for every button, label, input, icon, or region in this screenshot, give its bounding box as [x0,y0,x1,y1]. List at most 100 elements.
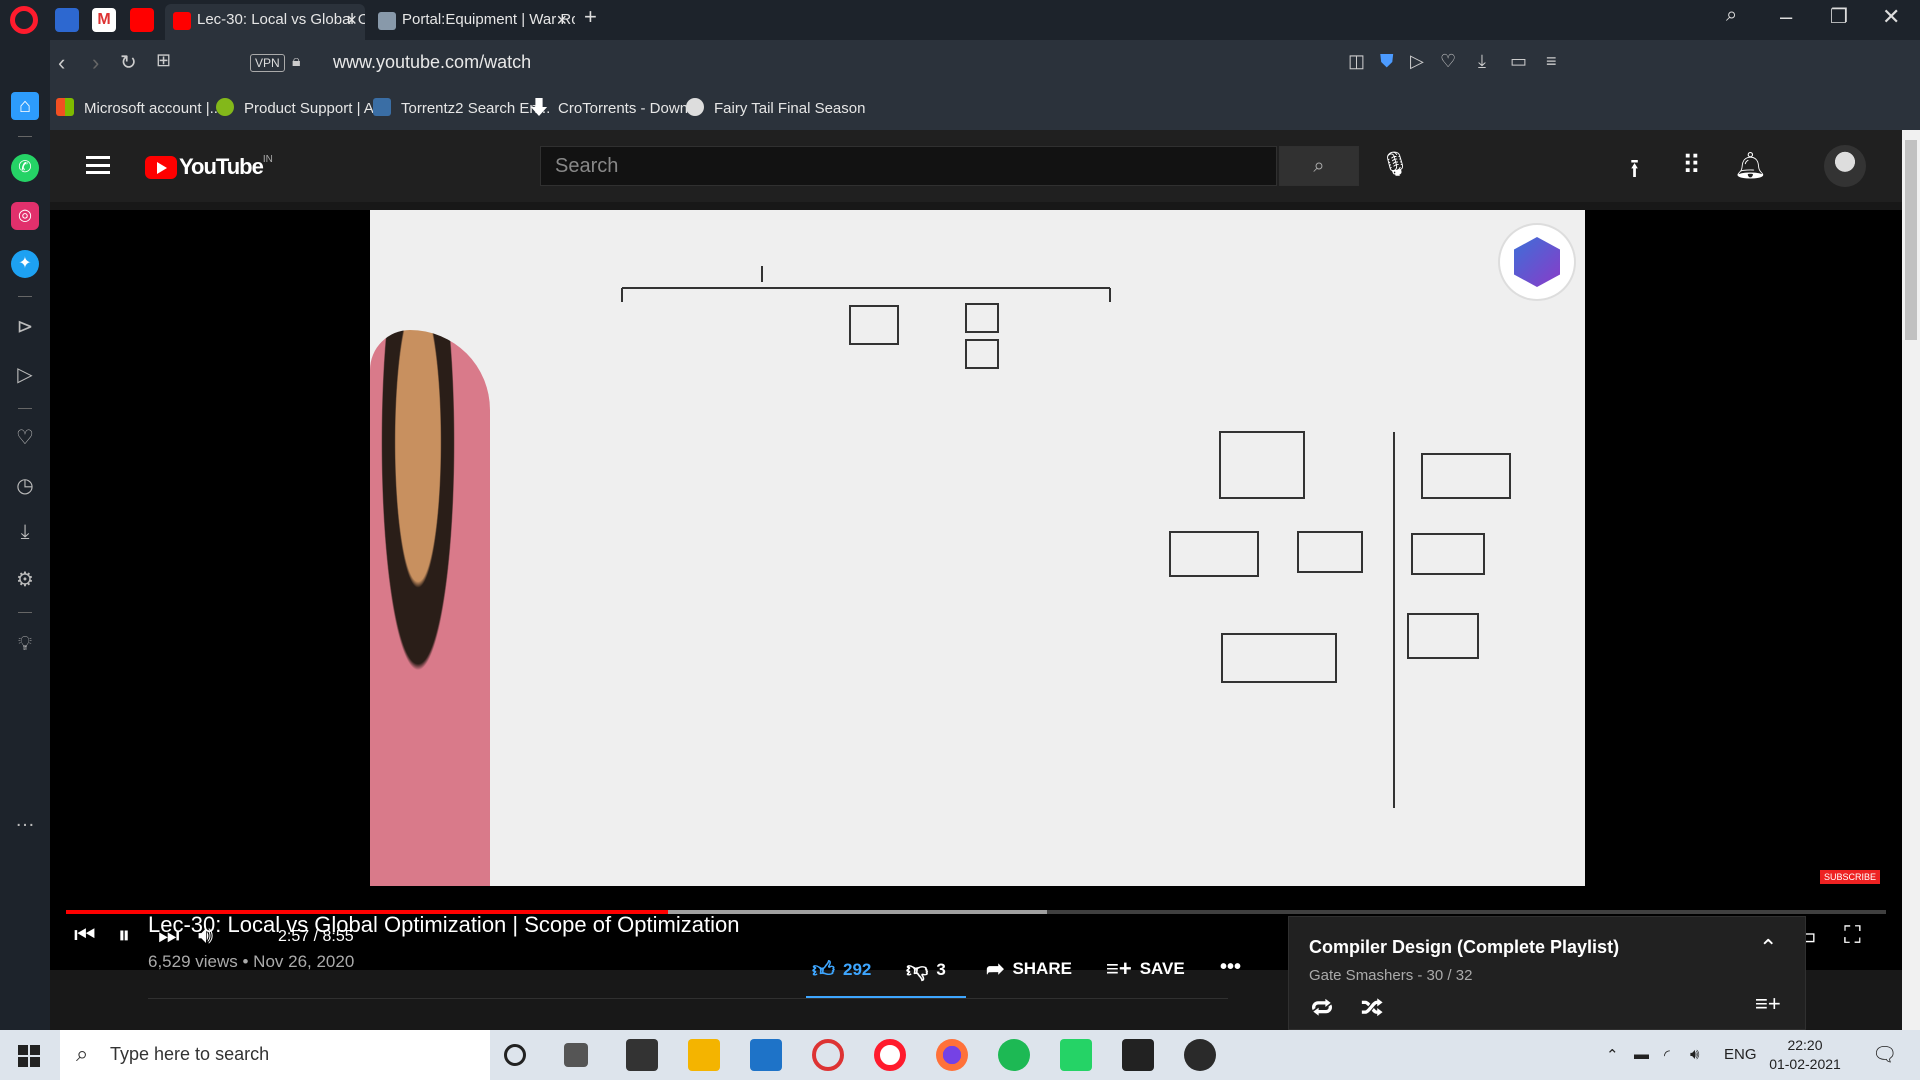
sticky-notes-icon[interactable] [1122,1039,1154,1071]
more-actions-icon[interactable]: ••• [1220,956,1241,979]
more-options-icon[interactable]: … [11,806,39,834]
bookmark-torrentz[interactable]: Torrentz2 Search En... [373,98,550,117]
loop-icon[interactable]: 🔁︎ [1311,991,1333,1023]
snapshot-icon[interactable]: ◫ [1348,51,1365,72]
whatsapp-icon[interactable]: ✆ [11,154,39,182]
taskbar-search-input[interactable]: ⌕ Type here to search [60,1030,490,1080]
pinned-tab-youtube[interactable] [130,8,154,32]
battery-saver-icon[interactable]: ▭ [1510,51,1527,72]
flow-icon[interactable]: ▷ [11,361,39,389]
instagram-icon[interactable]: ◎ [11,202,39,230]
bookmark-fairy-tail[interactable]: Fairy Tail Final Season [686,98,865,117]
acer-icon [216,98,234,116]
bookmarks-heart-icon[interactable]: ♡ [11,424,39,452]
playlist-subtitle[interactable]: Gate Smashers - 30 / 32 [1309,967,1472,984]
cortana-icon[interactable] [504,1044,526,1066]
fullscreen-icon[interactable]: ⛶ [1844,922,1861,950]
upload-icon[interactable]: ⭱ [1630,150,1639,194]
scrollbar-thumb[interactable] [1905,140,1917,340]
tab-war-robots[interactable]: Portal:Equipment | War Rob × [370,4,575,40]
video-player[interactable]: SUBSCRIBE ⏮ ⏸ ⏭ 🔊︎ 2:57 / 8:55 CC ⚙ ⧉ ▭ … [50,210,1902,970]
bookmark-acer[interactable]: Product Support | A... [216,98,386,117]
video-meta: 6,529 views • Nov 26, 2020 [148,952,355,971]
whatsapp-icon[interactable] [1060,1039,1092,1071]
youtube-logo[interactable]: YouTubeIN [145,154,273,180]
player-icon[interactable]: ⊳ [11,313,39,341]
save-button[interactable]: ≡+ SAVE [1106,956,1185,982]
opera-menu-icon[interactable] [10,6,38,34]
spotify-icon[interactable] [998,1039,1030,1071]
notifications-bell-icon[interactable]: 🔔︎ [1734,150,1767,181]
nox-player-icon[interactable] [1184,1039,1216,1071]
playlist-menu-icon[interactable]: ≡+ [1755,991,1781,1017]
twitter-icon[interactable]: ✦ [11,250,39,278]
channel-watermark-icon[interactable] [1500,225,1574,299]
new-tab-icon[interactable]: + [584,4,597,30]
adblock-shield-icon[interactable]: ⛊ [1380,51,1394,72]
bookmark-microsoft[interactable]: Microsoft account |... [56,98,222,117]
tab-youtube-video[interactable]: Lec-30: Local vs Global Opt × [165,4,365,40]
menu-hamburger-icon[interactable] [86,156,110,174]
speed-dial-icon[interactable]: ⊞ [156,50,171,71]
avatar[interactable] [1824,145,1866,187]
restore-icon[interactable]: ❐ [1830,4,1848,29]
volume-icon[interactable]: 🔊︎ [1690,1046,1699,1063]
downloads-icon[interactable]: ⤓ [11,518,39,546]
dislike-button[interactable]: 👎︎ 3 [906,956,946,983]
shuffle-icon[interactable]: 🔀︎ [1361,991,1383,1023]
home-icon[interactable]: ⌂ [11,92,39,120]
subscribe-watermark[interactable]: SUBSCRIBE [1820,870,1881,884]
minimize-icon[interactable]: – [1780,4,1792,30]
url-field[interactable]: www.youtube.com/watch [333,52,531,73]
pinned-tab-gmail[interactable]: M [92,8,116,32]
bookmark-crotorrents[interactable]: CroTorrents - Down... [530,98,701,117]
language-indicator[interactable]: ENG [1724,1046,1757,1063]
tray-chevron-up-icon[interactable]: ⌃ [1606,1046,1619,1064]
vpn-badge[interactable]: VPN [250,54,285,72]
battery-icon[interactable]: ▬ [1634,1046,1649,1063]
share-button[interactable]: ➦ SHARE [986,956,1072,982]
taskbar-clock[interactable]: 22:20 01-02-2021 [1760,1036,1850,1074]
apps-grid-icon[interactable]: ⠿ [1682,150,1701,181]
notifications-icon[interactable]: 🗨︎ [1872,1042,1897,1067]
windows-start-icon[interactable] [18,1045,40,1067]
close-window-icon[interactable]: ✕ [1882,4,1900,30]
sidebar-separator [18,296,32,297]
lock-icon[interactable]: 🔒︎ [292,53,301,71]
back-icon[interactable]: ‹ [58,50,65,76]
history-icon[interactable]: ◷ [11,472,39,500]
playlist-panel[interactable]: Compiler Design (Complete Playlist) Gate… [1288,916,1806,1030]
search-button[interactable]: ⌕ [1279,146,1359,186]
search-input[interactable]: Search [540,146,1277,186]
search-tabs-icon[interactable]: ⌕ [1726,4,1737,27]
store-icon[interactable] [626,1039,658,1071]
settings-gear-icon[interactable]: ⚙ [11,566,39,594]
photos-icon[interactable] [750,1039,782,1071]
task-view-icon[interactable] [564,1043,588,1067]
playlist-title[interactable]: Compiler Design (Complete Playlist) [1309,937,1619,958]
voice-search-mic-icon[interactable]: 🎙︎ [1380,150,1410,179]
forward-icon[interactable]: › [92,50,99,76]
reload-icon[interactable]: ↻ [120,50,137,75]
bookmark-heart-icon[interactable]: ♡ [1440,51,1456,72]
pause-icon[interactable]: ⏸ [118,922,130,950]
collapse-chevron-up-icon[interactable]: ⌃ [1759,935,1777,961]
video-frame[interactable] [370,210,1585,886]
easy-setup-icon[interactable]: ≡ [1546,51,1557,72]
firefox-icon[interactable] [936,1039,968,1071]
downloads-icon[interactable]: ⤓ [1478,51,1486,72]
opera-icon[interactable] [874,1039,906,1071]
opera-gx-icon[interactable] [812,1039,844,1071]
file-explorer-icon[interactable] [688,1039,720,1071]
tips-lightbulb-icon[interactable]: 💡︎ [11,630,39,658]
pinned-tab-calendar[interactable] [55,8,79,32]
send-icon[interactable]: ▷ [1410,51,1424,72]
sidebar-separator [18,612,32,613]
wifi-icon[interactable]: ◜ [1664,1046,1670,1064]
close-tab-icon[interactable]: × [556,4,567,36]
windows-taskbar: ⌕ Type here to search ⌃ ▬ ◜ 🔊︎ ENG 22:20 0… [0,1030,1920,1080]
close-tab-icon[interactable]: × [346,4,357,36]
like-button[interactable]: 👍︎ 292 [812,956,871,983]
previous-icon[interactable]: ⏮ [74,922,96,950]
page-scrollbar[interactable] [1902,130,1920,1030]
